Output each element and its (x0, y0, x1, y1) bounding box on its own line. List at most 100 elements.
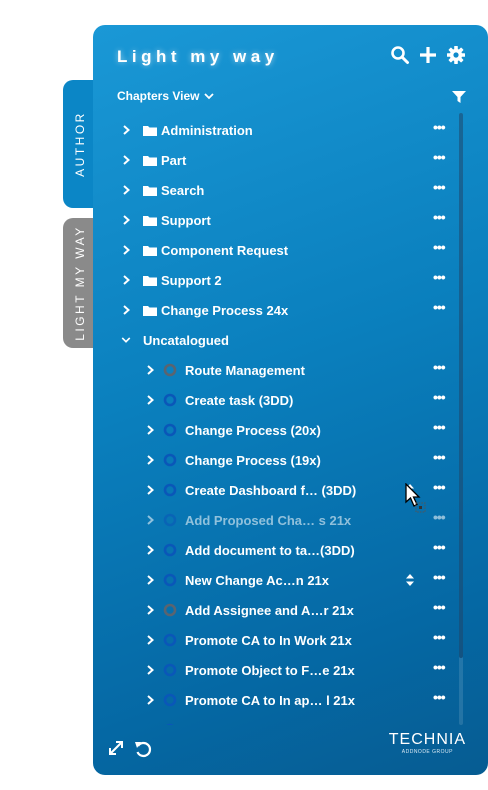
author-tab-label: AUTHOR (73, 111, 88, 177)
folder-icon (143, 186, 157, 196)
more-options-button[interactable]: ••• (433, 120, 446, 134)
chevron-right-icon[interactable] (145, 605, 155, 615)
item-label: Create Dashboard f… (3DD) (185, 482, 357, 498)
tree-folder-row[interactable]: Component Request ••• (93, 235, 463, 265)
view-selector-label: Chapters View (117, 89, 200, 103)
tree-item-row[interactable]: Promote CA to In Work 21x ••• (93, 625, 463, 655)
status-circle-icon (163, 483, 177, 497)
chevron-right-icon[interactable] (145, 455, 155, 465)
chevron-right-icon[interactable] (121, 215, 131, 225)
tree-item-row[interactable]: Promote Object to F…e 21x ••• (93, 655, 463, 685)
view-selector[interactable]: Chapters View (117, 89, 215, 103)
status-circle-icon (163, 663, 177, 677)
tree-item-row[interactable]: Route Management ••• (93, 355, 463, 385)
folder-icon (143, 306, 157, 316)
item-label: Change Process (19x) (185, 452, 321, 468)
tree-item-row[interactable]: Add document to ta…(3DD) ••• (93, 535, 463, 565)
chevron-right-icon[interactable] (121, 125, 131, 135)
chevron-right-icon[interactable] (121, 185, 131, 195)
tree-item-row[interactable]: Change Process (19x) ••• (93, 445, 463, 475)
expand-icon[interactable] (107, 739, 125, 757)
status-circle-icon (166, 723, 174, 725)
reorder-arrows-icon[interactable] (405, 574, 415, 586)
mouse-cursor-icon (405, 483, 426, 513)
more-options-button[interactable]: ••• (433, 630, 446, 644)
more-options-button[interactable]: ••• (433, 690, 446, 704)
add-icon[interactable] (418, 45, 438, 65)
technia-logo: TECHNIA ADDNODE GROUP (389, 731, 466, 755)
chevron-right-icon[interactable] (145, 545, 155, 555)
more-options-button[interactable]: ••• (433, 150, 446, 164)
chevron-right-icon[interactable] (145, 395, 155, 405)
brand-sub: ADDNODE GROUP (401, 749, 453, 755)
status-circle-icon (163, 633, 177, 647)
more-options-button[interactable]: ••• (433, 390, 446, 404)
chevron-right-icon[interactable] (145, 665, 155, 675)
tree-folder-row[interactable]: Change Process 24x ••• (93, 295, 463, 325)
status-circle-icon (163, 543, 177, 557)
tree-scrollbar[interactable] (459, 113, 463, 725)
chevron-down-icon[interactable] (121, 335, 131, 345)
chevron-right-icon[interactable] (145, 425, 155, 435)
light-my-way-tab[interactable]: LIGHT MY WAY (63, 218, 97, 348)
item-label: A T l A 21 (185, 723, 243, 726)
chevron-right-icon[interactable] (145, 695, 155, 705)
more-options-button[interactable]: ••• (433, 570, 446, 584)
settings-icon[interactable] (446, 45, 466, 65)
chevron-right-icon[interactable] (145, 635, 155, 645)
search-icon[interactable] (390, 45, 410, 65)
more-options-button[interactable]: ••• (433, 420, 446, 434)
more-options-button[interactable]: ••• (433, 510, 446, 524)
footer-actions (107, 739, 153, 759)
chevron-right-icon[interactable] (145, 575, 155, 585)
uncatalogued-label: Uncatalogued (143, 332, 229, 348)
more-options-button[interactable]: ••• (433, 600, 446, 614)
tree-folder-row[interactable]: Support 2 ••• (93, 265, 463, 295)
more-options-button[interactable]: ••• (433, 240, 446, 254)
more-options-button[interactable]: ••• (433, 540, 446, 554)
tree-item-row[interactable]: New Change Ac…n 21x ••• (93, 565, 463, 595)
more-options-button[interactable]: ••• (433, 660, 446, 674)
more-options-button[interactable]: ••• (433, 480, 446, 494)
item-label: Route Management (185, 362, 305, 378)
tree-scrollbar-thumb[interactable] (459, 113, 463, 658)
tree-item-row[interactable]: Create task (3DD) ••• (93, 385, 463, 415)
tree-item-row[interactable]: Add Assignee and A…r 21x ••• (93, 595, 463, 625)
item-label: Change Process (20x) (185, 422, 321, 438)
brand-name: TECHNIA (388, 731, 466, 748)
chevron-right-icon[interactable] (145, 485, 155, 495)
more-options-button[interactable]: ••• (433, 300, 446, 314)
tree-folder-row[interactable]: Search ••• (93, 175, 463, 205)
more-options-button[interactable]: ••• (433, 210, 446, 224)
undo-icon[interactable] (133, 739, 153, 759)
more-options-button[interactable]: ••• (433, 720, 446, 725)
tree-folder-row[interactable]: Part ••• (93, 145, 463, 175)
light-my-way-panel: Light my way Chapters View Administratio… (93, 25, 488, 775)
item-label: Promote CA to In Work 21x (185, 632, 352, 648)
author-tab[interactable]: AUTHOR (63, 80, 97, 208)
chevron-right-icon[interactable] (121, 305, 131, 315)
tree-folder-row[interactable]: Administration ••• (93, 115, 463, 145)
tree-item-row[interactable]: Change Process (20x) ••• (93, 415, 463, 445)
tree-item-row[interactable]: Promote CA to In ap… l 21x ••• (93, 685, 463, 715)
folder-label: Component Request (161, 242, 289, 258)
tree-uncatalogued-row[interactable]: Uncatalogued (93, 325, 463, 355)
filter-icon[interactable] (452, 91, 466, 104)
chevron-right-icon[interactable] (121, 275, 131, 285)
more-options-button[interactable]: ••• (433, 180, 446, 194)
more-options-button[interactable]: ••• (433, 450, 446, 464)
status-circle-icon (163, 393, 177, 407)
tree-folder-row[interactable]: Support ••• (93, 205, 463, 235)
status-circle-icon (163, 453, 177, 467)
chevron-right-icon[interactable] (145, 515, 155, 525)
item-label: Promote Object to F…e 21x (185, 662, 355, 678)
folder-icon (143, 276, 157, 286)
item-label: Add document to ta…(3DD) (185, 542, 355, 558)
tree-item-row[interactable]: A T l A 21 ••• (93, 715, 463, 725)
more-options-button[interactable]: ••• (433, 360, 446, 374)
more-options-button[interactable]: ••• (433, 270, 446, 284)
chevron-right-icon[interactable] (145, 365, 155, 375)
chevron-right-icon[interactable] (121, 245, 131, 255)
status-circle-icon (163, 513, 177, 527)
chevron-right-icon[interactable] (121, 155, 131, 165)
